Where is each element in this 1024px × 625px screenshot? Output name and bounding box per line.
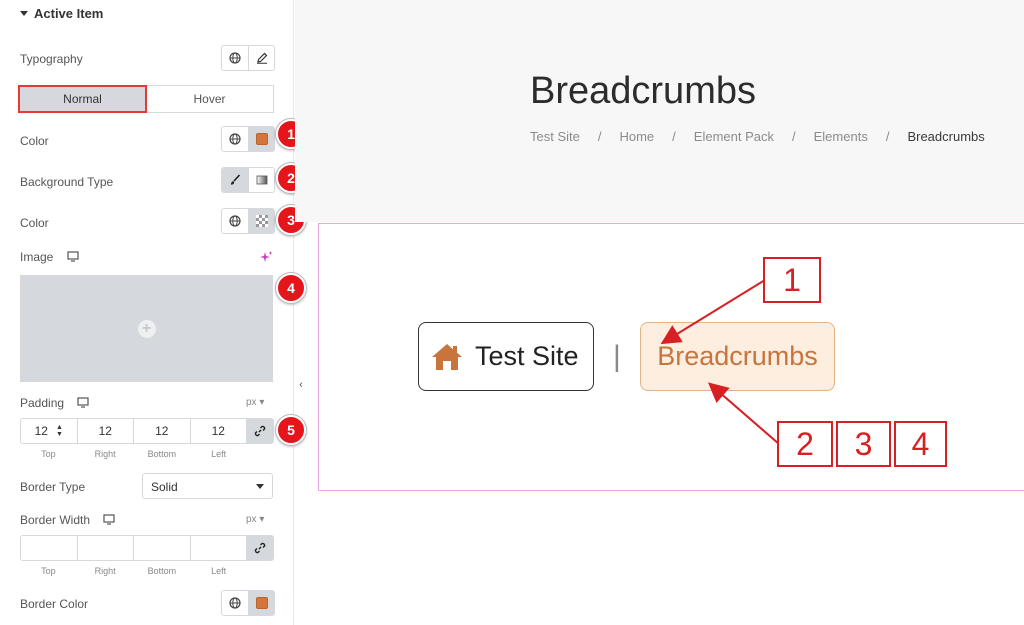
callout-arrow-2: [707, 382, 780, 445]
callout-label-1: 1: [763, 257, 821, 303]
callout-label-4: 4: [894, 421, 947, 467]
callout-label-3: 3: [836, 421, 891, 467]
callout-arrows: [660, 279, 780, 445]
callout-arrow-1: [660, 279, 766, 345]
callout-label-2: 2: [777, 421, 833, 467]
screen: Active Item Typography Normal Hover Colo…: [0, 0, 1024, 625]
